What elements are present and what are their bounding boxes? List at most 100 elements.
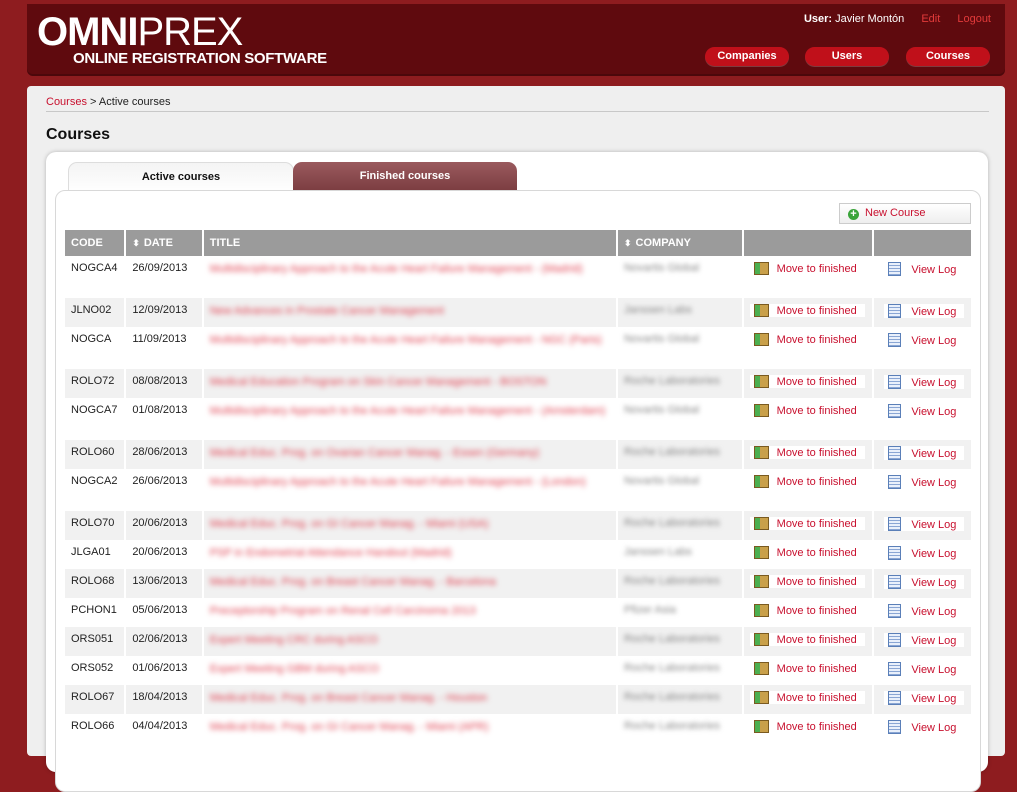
cell-title[interactable]: Medical Educ. Prog. on Breast Cancer Man… (203, 569, 616, 598)
breadcrumb-courses-link[interactable]: Courses (46, 96, 87, 108)
move-to-finished-button[interactable]: Move to finished (749, 633, 865, 646)
header-title[interactable]: TITLE (203, 230, 616, 256)
course-title-link[interactable]: Expert Meeting GBM during ASCO (210, 662, 610, 676)
table-row: NOGCA2 26/06/2013 Multidisciplinary Approa… (65, 469, 971, 511)
move-to-finished-label: Move to finished (776, 334, 857, 346)
move-to-finished-button[interactable]: Move to finished (749, 517, 865, 530)
view-log-button[interactable]: View Log (884, 475, 965, 489)
view-log-button[interactable]: View Log (884, 604, 965, 618)
cell-log: View Log (874, 598, 971, 627)
move-folder-icon (753, 404, 769, 417)
course-title-link[interactable]: Medical Educ. Prog. on GI Cancer Manag. … (210, 517, 610, 531)
cell-date: 18/04/2013 (126, 685, 202, 714)
view-log-button[interactable]: View Log (884, 304, 965, 318)
view-log-button[interactable]: View Log (884, 633, 965, 647)
log-document-icon (888, 304, 902, 318)
course-title-link[interactable]: Medical Educ. Prog. on Ovarian Cancer Ma… (210, 446, 610, 460)
company-name: Roche Laboratories (623, 446, 720, 458)
cell-title[interactable]: Medical Education Program on Skin Cancer… (203, 369, 616, 398)
view-log-button[interactable]: View Log (884, 446, 965, 460)
course-title-link[interactable]: Multidisciplinary Approach to the Acute … (210, 262, 610, 276)
move-to-finished-button[interactable]: Move to finished (749, 475, 865, 488)
course-title-link[interactable]: Medical Educ. Prog. on GI Cancer Manag. … (210, 720, 610, 734)
cell-title[interactable]: Multidisciplinary Approach to the Acute … (204, 256, 616, 298)
move-to-finished-button[interactable]: Move to finished (749, 691, 865, 704)
move-folder-icon (753, 262, 769, 275)
header-company[interactable]: ⬍ COMPANY (617, 230, 742, 256)
course-title-link[interactable]: PSP in Endometrial Attendance Handout (M… (210, 546, 610, 560)
cell-title[interactable]: Expert Meeting GBM during ASCO (204, 656, 616, 685)
view-log-button[interactable]: View Log (884, 375, 965, 389)
move-to-finished-label: Move to finished (776, 447, 857, 459)
move-to-finished-button[interactable]: Move to finished (749, 575, 865, 588)
breadcrumb-divider (46, 111, 989, 112)
cell-move: Move to finished (744, 598, 873, 627)
course-title-link[interactable]: Preceptorship Program on Renal Cell Carc… (210, 604, 610, 618)
cell-date: 01/06/2013 (132, 662, 188, 674)
cell-log: View Log (874, 369, 971, 398)
view-log-button[interactable]: View Log (884, 546, 965, 560)
user-bar: User: Javier Montón Edit Logout (804, 13, 991, 25)
course-title-link[interactable]: Medical Educ. Prog. on Breast Cancer Man… (210, 575, 610, 589)
header-code[interactable]: CODE (65, 230, 125, 256)
move-to-finished-button[interactable]: Move to finished (749, 546, 865, 559)
cell-title[interactable]: Multidisciplinary Approach to the Acute … (204, 398, 616, 440)
company-name: Janssen Labs (623, 304, 692, 316)
view-log-label: View Log (911, 606, 957, 618)
nav-companies-button[interactable]: Companies (705, 47, 789, 66)
table-row: ROLO66 04/04/2013 Medical Educ. Prog. on G… (65, 714, 971, 743)
cell-title[interactable]: Medical Educ. Prog. on GI Cancer Manag. … (203, 511, 616, 540)
cell-move: Move to finished (743, 627, 873, 656)
courses-panel: + New Course CODE ⬍ DATE TITLE ⬍ COMPANY NO… (55, 190, 981, 792)
view-log-button[interactable]: View Log (884, 262, 965, 276)
cell-title[interactable]: Medical Educ. Prog. on Ovarian Cancer Ma… (203, 440, 616, 469)
move-to-finished-button[interactable]: Move to finished (749, 262, 865, 275)
omniprex-logo[interactable]: OMNIPREX ONLINE REGISTRATION SOFTWARE (37, 12, 327, 67)
company-name: Pfizer Asia (623, 604, 676, 616)
move-to-finished-button[interactable]: Move to finished (749, 404, 865, 417)
header-date[interactable]: ⬍ DATE (126, 230, 202, 256)
nav-users-button[interactable]: Users (805, 47, 889, 66)
move-to-finished-button[interactable]: Move to finished (749, 375, 865, 388)
view-log-button[interactable]: View Log (884, 404, 965, 418)
tab-finished-courses[interactable]: Finished courses (293, 162, 517, 192)
table-row: NOGCA4 26/09/2013 Multidisciplinary Approa… (65, 256, 971, 298)
cell-title[interactable]: Preceptorship Program on Renal Cell Carc… (204, 598, 616, 627)
view-log-button[interactable]: View Log (884, 691, 965, 705)
move-to-finished-button[interactable]: Move to finished (749, 304, 865, 317)
edit-link[interactable]: Edit (921, 13, 940, 25)
course-title-link[interactable]: Medical Education Program on Skin Cancer… (210, 375, 610, 389)
cell-title[interactable]: PSP in Endometrial Attendance Handout (M… (204, 540, 616, 569)
view-log-button[interactable]: View Log (884, 662, 965, 676)
move-to-finished-button[interactable]: Move to finished (749, 720, 865, 733)
move-to-finished-button[interactable]: Move to finished (749, 333, 865, 346)
table-row: JLGA01 20/06/2013 PSP in Endometrial Atten… (65, 540, 971, 569)
new-course-button[interactable]: + New Course (839, 203, 971, 224)
nav-courses-button[interactable]: Courses (906, 47, 990, 66)
cell-title[interactable]: Medical Educ. Prog. on GI Cancer Manag. … (204, 714, 616, 743)
tab-active-courses[interactable]: Active courses (68, 162, 294, 193)
cell-title[interactable]: Multidisciplinary Approach to the Acute … (204, 327, 616, 369)
move-to-finished-button[interactable]: Move to finished (749, 662, 865, 675)
cell-title[interactable]: Medical Educ. Prog. on Breast Cancer Man… (203, 685, 616, 714)
course-title-link[interactable]: Expert Meeting CRC during ASCO (210, 633, 610, 647)
cell-title[interactable]: New Advances in Prostate Cancer Manageme… (203, 298, 616, 327)
logout-link[interactable]: Logout (957, 13, 991, 25)
cell-title[interactable]: Expert Meeting CRC during ASCO (203, 627, 616, 656)
view-log-button[interactable]: View Log (884, 333, 965, 347)
course-title-link[interactable]: Multidisciplinary Approach to the Acute … (210, 333, 610, 347)
move-to-finished-button[interactable]: Move to finished (749, 604, 865, 617)
move-to-finished-button[interactable]: Move to finished (749, 446, 865, 459)
course-title-link[interactable]: Multidisciplinary Approach to the Acute … (210, 475, 610, 489)
course-title-link[interactable]: Multidisciplinary Approach to the Acute … (210, 404, 610, 418)
user-label: User: (803, 13, 833, 25)
view-log-button[interactable]: View Log (884, 575, 965, 589)
view-log-label: View Log (911, 306, 957, 318)
view-log-button[interactable]: View Log (884, 517, 965, 531)
view-log-button[interactable]: View Log (884, 720, 965, 734)
view-log-label: View Log (911, 635, 957, 647)
course-title-link[interactable]: New Advances in Prostate Cancer Manageme… (210, 304, 610, 318)
logo-main-bold: OMNI (37, 10, 138, 54)
cell-title[interactable]: Multidisciplinary Approach to the Acute … (204, 469, 616, 511)
course-title-link[interactable]: Medical Educ. Prog. on Breast Cancer Man… (210, 691, 610, 705)
